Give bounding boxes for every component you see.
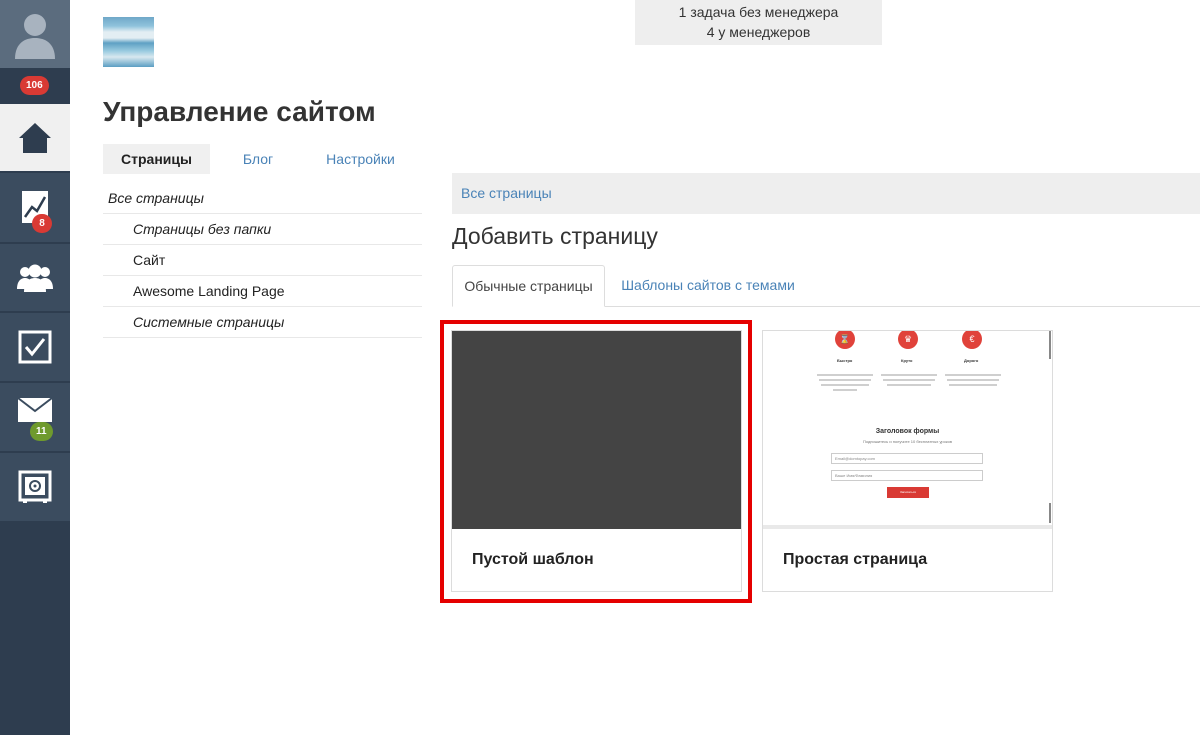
feature-text-line bbox=[819, 379, 871, 381]
home-icon bbox=[19, 122, 51, 153]
template-card-simple[interactable]: ⌛ ♛ € Быстро Круто Дорого Заголовок форм… bbox=[762, 330, 1053, 592]
safe-icon bbox=[18, 470, 52, 503]
email-field: Email@domtopay.com bbox=[831, 453, 983, 464]
folder-list: Все страницы Страницы без папки Сайт Awe… bbox=[103, 183, 422, 338]
template-label: Пустой шаблон bbox=[472, 551, 594, 568]
notice-line-managers: 4 у менеджеров bbox=[706, 24, 811, 40]
euro-icon: € bbox=[962, 331, 982, 349]
breadcrumb-all-pages[interactable]: Все страницы bbox=[461, 185, 552, 201]
feature-text-line bbox=[883, 379, 935, 381]
template-thumbnail-simple: ⌛ ♛ € Быстро Круто Дорого Заголовок форм… bbox=[763, 331, 1052, 529]
feature-text-line bbox=[817, 374, 873, 376]
sidebar-item-settings[interactable] bbox=[0, 453, 70, 523]
site-logo[interactable] bbox=[103, 17, 154, 67]
tab-theme-templates[interactable]: Шаблоны сайтов с темами bbox=[612, 265, 804, 306]
folder-all-pages[interactable]: Все страницы bbox=[103, 183, 422, 214]
feature-text-line bbox=[947, 379, 999, 381]
avatar[interactable] bbox=[0, 0, 70, 68]
template-thumbnail-blank bbox=[452, 331, 741, 529]
feature-text-line bbox=[887, 384, 931, 386]
sidebar-item-tasks[interactable] bbox=[0, 313, 70, 383]
feature-text-line bbox=[945, 374, 1001, 376]
sidebar-item-home[interactable] bbox=[0, 104, 70, 173]
profile-badge-row: 106 bbox=[0, 68, 70, 104]
checkbox-icon bbox=[18, 330, 52, 364]
feature-title: Быстро bbox=[837, 358, 853, 363]
simple-page-preview: ⌛ ♛ € Быстро Круто Дорого Заголовок форм… bbox=[763, 331, 1052, 529]
stats-badge: 8 bbox=[32, 214, 52, 233]
tab-regular-pages[interactable]: Обычные страницы bbox=[452, 265, 605, 307]
add-page-title: Добавить страницу bbox=[452, 223, 658, 249]
task-notice[interactable]: 1 задача без менеджера 4 у менеджеров bbox=[635, 0, 882, 45]
template-card-blank[interactable]: Пустой шаблон bbox=[451, 330, 742, 592]
sidebar-item-users[interactable] bbox=[0, 244, 70, 313]
feature-text-line bbox=[833, 389, 857, 391]
feature-text-line bbox=[949, 384, 997, 386]
mail-badge: 11 bbox=[30, 422, 53, 441]
feature-title: Круто bbox=[901, 358, 913, 363]
left-sidebar: 106 8 11 bbox=[0, 0, 70, 735]
mail-icon bbox=[17, 397, 53, 422]
users-icon bbox=[17, 264, 53, 292]
folder-landing[interactable]: Awesome Landing Page bbox=[103, 276, 422, 307]
template-tabs: Обычные страницы Шаблоны сайтов с темами bbox=[452, 265, 1200, 307]
user-silhouette-icon bbox=[15, 14, 55, 59]
hourglass-icon: ⌛ bbox=[835, 331, 855, 349]
form-subtitle: Подпишитесь и получите 10 бесплатных уро… bbox=[862, 439, 953, 444]
tab-settings[interactable]: Настройки bbox=[318, 144, 403, 174]
breadcrumb: Все страницы bbox=[452, 173, 1200, 214]
subscribe-button: Записаться bbox=[887, 487, 929, 498]
tab-blog[interactable]: Блог bbox=[228, 144, 288, 174]
folder-site[interactable]: Сайт bbox=[103, 245, 422, 276]
folder-system-pages[interactable]: Системные страницы bbox=[103, 307, 422, 338]
sidebar-item-stats[interactable]: 8 bbox=[0, 173, 70, 244]
template-label: Простая страница bbox=[783, 551, 928, 568]
form-title: Заголовок формы bbox=[875, 428, 940, 435]
preview-scrollbar bbox=[1049, 331, 1051, 359]
feature-title: Дорого bbox=[964, 358, 979, 363]
preview-footer bbox=[763, 525, 1052, 529]
notice-line-unassigned: 1 задача без менеджера bbox=[678, 4, 839, 20]
tab-pages[interactable]: Страницы bbox=[103, 144, 210, 174]
feature-text-line bbox=[881, 374, 937, 376]
sidebar-item-mail[interactable]: 11 bbox=[0, 383, 70, 453]
feature-text-line bbox=[821, 384, 869, 386]
preview-scrollbar bbox=[1049, 503, 1051, 523]
page-title: Управление сайтом bbox=[103, 96, 376, 127]
folder-no-folder[interactable]: Страницы без папки bbox=[103, 214, 422, 245]
name-field: Ваше Имя/Фамилия bbox=[831, 470, 983, 481]
notifications-badge[interactable]: 106 bbox=[20, 76, 49, 95]
crown-icon: ♛ bbox=[898, 331, 918, 349]
